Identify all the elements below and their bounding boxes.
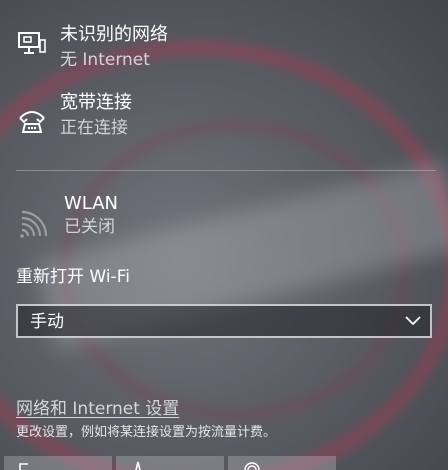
dialup-phone-icon xyxy=(19,111,45,133)
chevron-down-icon xyxy=(405,316,421,326)
ethernet-monitor-icon xyxy=(18,32,46,54)
network-item-wlan[interactable]: WLAN 已关闭 xyxy=(0,186,448,246)
wifi-signal-icon xyxy=(20,210,48,238)
mobile-hotspot-icon xyxy=(244,462,260,470)
divider xyxy=(16,170,436,171)
quick-action-hotspot[interactable] xyxy=(228,456,336,470)
quick-actions-row xyxy=(0,456,448,470)
dropdown-selected-value: 手动 xyxy=(30,312,64,332)
wifi-reenable-dropdown[interactable]: 手动 xyxy=(16,304,432,338)
network-settings-link[interactable]: 网络和 Internet 设置 xyxy=(16,398,179,420)
network-name: 未识别的网络 xyxy=(60,24,168,45)
network-status: 正在连接 xyxy=(60,118,128,138)
quick-action-airplane[interactable] xyxy=(116,456,224,470)
network-status: 无 Internet xyxy=(60,50,150,70)
network-item-ethernet[interactable]: 未识别的网络 无 Internet xyxy=(0,14,448,74)
network-flyout: 未识别的网络 无 Internet 宽带连接 正在连接 WLAN 已关闭 重新打… xyxy=(0,0,448,470)
wifi-reenable-label: 重新打开 Wi-Fi xyxy=(16,267,130,287)
airplane-mode-icon xyxy=(135,461,141,470)
quick-action-network[interactable] xyxy=(4,456,112,470)
network-item-broadband[interactable]: 宽带连接 正在连接 xyxy=(0,82,448,142)
network-name: 宽带连接 xyxy=(60,92,132,113)
network-tile-icon xyxy=(19,463,28,470)
network-name: WLAN xyxy=(64,193,119,214)
network-settings-description: 更改设置，例如将某连接设置为按流量计费。 xyxy=(16,425,277,440)
network-status: 已关闭 xyxy=(64,217,115,237)
